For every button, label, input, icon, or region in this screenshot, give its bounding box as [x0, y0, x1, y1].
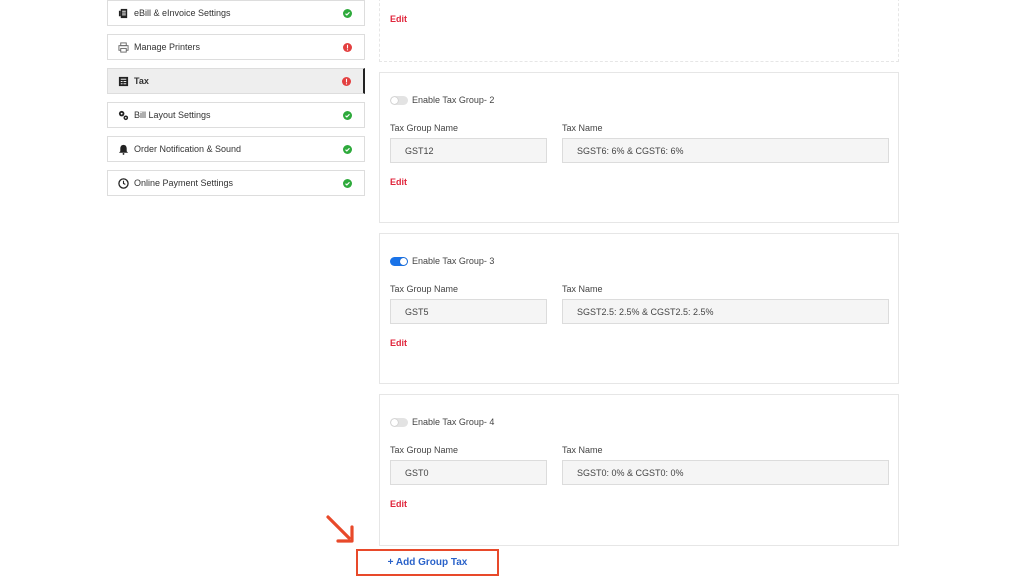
status-error-icon [342, 76, 351, 86]
add-group-tax-button[interactable]: + Add Group Tax [356, 549, 499, 576]
enable-tax-group-row: Enable Tax Group- 3 [390, 256, 494, 266]
tax-group-name-label: Tax Group Name [390, 123, 459, 133]
edit-button[interactable]: Edit [390, 338, 407, 348]
sidebar-item-online-payment[interactable]: Online Payment Settings [107, 170, 365, 196]
clock-payment-icon [118, 177, 129, 189]
edit-button[interactable]: Edit [390, 499, 407, 509]
printer-icon [118, 41, 129, 53]
sidebar-item-label: Bill Layout Settings [134, 110, 211, 120]
enable-tax-group-toggle[interactable] [390, 256, 408, 266]
tax-settings-page: eBill & eInvoice Settings Manage Printer… [0, 0, 1024, 577]
tax-group-card-3: Enable Tax Group- 3 Tax Group Name Tax N… [379, 233, 899, 384]
sidebar-item-manage-printers[interactable]: Manage Printers [107, 34, 365, 60]
tax-group-name-label: Tax Group Name [390, 284, 459, 294]
sidebar-item-label: Order Notification & Sound [134, 144, 242, 154]
sidebar-item-label: Manage Printers [134, 42, 201, 52]
toggle-label: Enable Tax Group- 2 [412, 95, 495, 105]
tax-group-name-field[interactable]: GST0 [390, 460, 547, 485]
enable-tax-group-toggle[interactable] [390, 95, 408, 105]
tax-document-icon [118, 76, 129, 87]
tax-group-card-2: Enable Tax Group- 2 Tax Group Name Tax N… [379, 72, 899, 223]
tax-name-field[interactable]: SGST2.5: 2.5% & CGST2.5: 2.5% [562, 299, 889, 324]
tax-group-name-field[interactable]: GST12 [390, 138, 547, 163]
edit-button[interactable]: Edit [390, 14, 407, 24]
layout-gears-icon [118, 110, 129, 121]
tax-name-field[interactable]: SGST6: 6% & CGST6: 6% [562, 138, 889, 163]
enable-tax-group-row: Enable Tax Group- 2 [390, 95, 494, 105]
status-error-icon [343, 42, 352, 52]
bell-icon [118, 144, 129, 155]
sidebar-item-ebill-einvoice[interactable]: eBill & eInvoice Settings [107, 0, 365, 26]
enable-tax-group-toggle[interactable] [390, 417, 408, 427]
sidebar-item-label: eBill & eInvoice Settings [134, 8, 231, 18]
status-ok-icon [343, 8, 352, 18]
tax-group-name-field[interactable]: GST5 [390, 299, 547, 324]
tax-name-label: Tax Name [562, 123, 603, 133]
edit-button[interactable]: Edit [390, 177, 407, 187]
tax-group-card-1: Edit [379, 0, 899, 62]
sidebar-item-label: Tax [134, 76, 149, 86]
tax-name-label: Tax Name [562, 284, 603, 294]
toggle-label: Enable Tax Group- 3 [412, 256, 495, 266]
tax-name-label: Tax Name [562, 445, 603, 455]
tax-group-name-label: Tax Group Name [390, 445, 459, 455]
sidebar-item-order-notification[interactable]: Order Notification & Sound [107, 136, 365, 162]
receipt-icon [118, 8, 129, 19]
tax-group-card-4: Enable Tax Group- 4 Tax Group Name Tax N… [379, 394, 899, 546]
sidebar-item-tax[interactable]: Tax [107, 68, 365, 94]
status-ok-icon [343, 178, 352, 188]
tax-name-field[interactable]: SGST0: 0% & CGST0: 0% [562, 460, 889, 485]
toggle-label: Enable Tax Group- 4 [412, 417, 495, 427]
sidebar-item-bill-layout[interactable]: Bill Layout Settings [107, 102, 365, 128]
status-ok-icon [343, 144, 352, 154]
status-ok-icon [343, 110, 352, 120]
enable-tax-group-row: Enable Tax Group- 4 [390, 417, 494, 427]
annotation-arrow-icon [326, 515, 354, 543]
sidebar-item-label: Online Payment Settings [134, 178, 234, 188]
